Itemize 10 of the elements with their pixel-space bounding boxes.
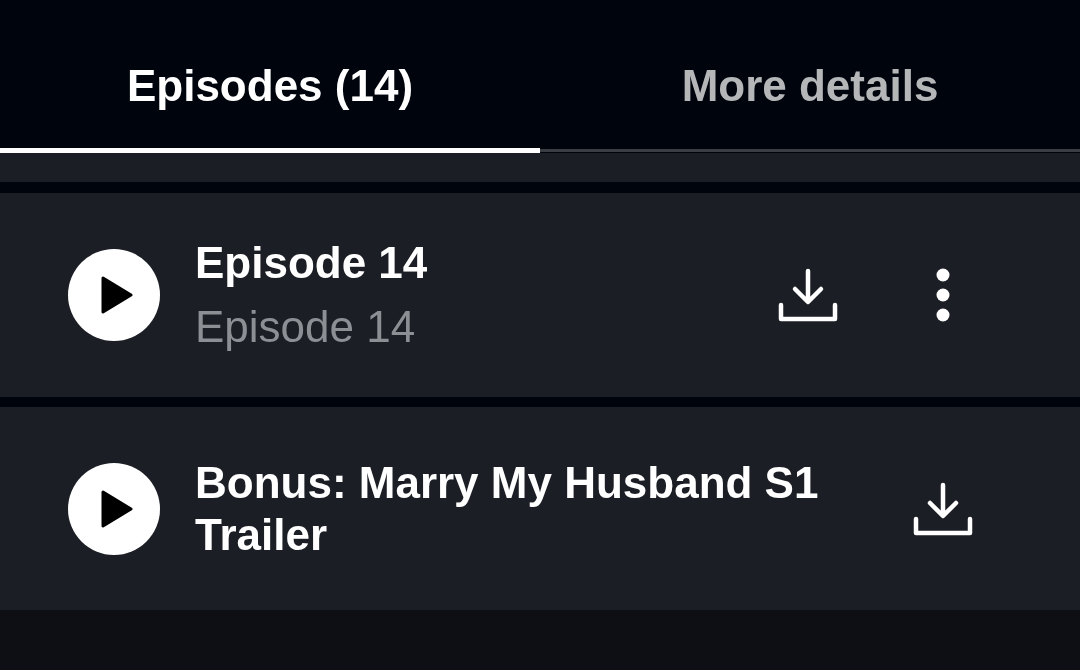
tab[interactable]: Episodes (14) — [0, 0, 540, 153]
download-icon — [913, 481, 973, 536]
episode-title: Episode 14 — [195, 237, 429, 289]
more-icon — [936, 268, 950, 322]
play-icon — [101, 489, 133, 528]
play-icon — [101, 276, 133, 314]
episode-subtitle: Episode 14 — [195, 301, 417, 353]
tab[interactable]: More details — [540, 0, 1080, 153]
episode-title: Bonus: Marry My Husband S1 Trailer — [195, 456, 820, 561]
download-icon — [778, 268, 838, 322]
